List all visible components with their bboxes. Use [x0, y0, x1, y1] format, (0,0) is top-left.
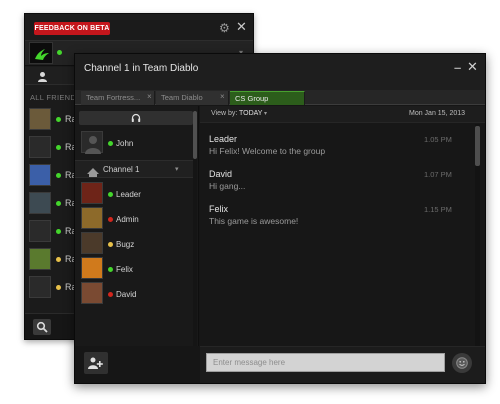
avatar — [29, 276, 51, 298]
close-icon[interactable]: ✕ — [236, 19, 247, 35]
member-scrollbar-thumb[interactable] — [193, 111, 197, 159]
avatar — [29, 164, 51, 186]
message-time: 1.05 PM — [424, 135, 452, 144]
message-sender: Felix — [209, 204, 229, 214]
close-icon[interactable]: ✕ — [467, 59, 478, 75]
feedback-on-beta-button[interactable]: FEEDBACK ON BETA — [34, 22, 110, 35]
status-dot — [108, 141, 113, 146]
message-sender: Leader — [209, 134, 238, 144]
online-status-dot — [57, 50, 62, 55]
status-dot — [108, 292, 113, 297]
chevron-down-icon[interactable]: ▾ — [175, 165, 179, 173]
member-name[interactable]: David — [116, 290, 136, 299]
voice-chat-button[interactable] — [79, 111, 193, 125]
tab-team-fortress[interactable]: Team Fortress... × — [81, 91, 155, 105]
avatar — [29, 136, 51, 158]
message-text: Hi gang... — [209, 181, 246, 191]
emoji-button[interactable] — [452, 353, 472, 373]
message-time: 1.07 PM — [424, 170, 452, 179]
chat-window: Channel 1 in Team Diablo – ✕ Team Fortre… — [74, 53, 486, 384]
avatar — [29, 220, 51, 242]
avatar — [81, 232, 103, 254]
status-dot — [56, 145, 61, 150]
avatar — [81, 257, 103, 279]
chevron-down-icon[interactable]: ▾ — [264, 110, 267, 117]
status-dot — [108, 267, 113, 272]
status-dot — [56, 229, 61, 234]
avatar — [81, 131, 103, 154]
tab-cs-group[interactable]: CS Group — [230, 91, 305, 105]
user-icon[interactable] — [37, 71, 49, 82]
message-text: Hi Felix! Welcome to the group — [209, 146, 326, 156]
view-by-dropdown[interactable]: TODAY — [239, 110, 262, 117]
channel-label: Channel 1 — [103, 165, 140, 174]
window-title: Channel 1 in Team Diablo — [84, 63, 199, 74]
status-dot — [108, 217, 113, 222]
status-dot — [56, 201, 61, 206]
home-icon — [87, 164, 99, 182]
date-label: Mon Jan 15, 2013 — [409, 110, 466, 117]
gear-icon[interactable]: ⚙ — [219, 21, 230, 35]
headset-icon — [131, 113, 141, 122]
add-user-icon — [88, 357, 103, 369]
member-name[interactable]: Admin — [116, 215, 139, 224]
member-name-john[interactable]: John — [116, 139, 133, 148]
close-tab-icon[interactable]: × — [147, 92, 152, 101]
member-name[interactable]: Felix — [116, 265, 133, 274]
status-dot — [56, 257, 61, 262]
tab-team-diablo[interactable]: Team Diablo × — [156, 91, 229, 105]
status-dot — [56, 285, 61, 290]
status-dot — [56, 173, 61, 178]
message-time: 1.15 PM — [424, 205, 452, 214]
avatar — [81, 282, 103, 304]
minimize-icon[interactable]: – — [454, 60, 461, 75]
member-name[interactable]: Leader — [116, 190, 141, 199]
avatar — [29, 108, 51, 130]
close-tab-icon[interactable]: × — [220, 92, 225, 101]
tab-label: Team Diablo — [161, 93, 203, 102]
avatar — [29, 192, 51, 214]
razer-logo-avatar — [29, 42, 53, 64]
avatar — [81, 182, 103, 204]
message-input[interactable] — [206, 353, 445, 372]
avatar — [29, 248, 51, 270]
tab-label: Team Fortress... — [86, 93, 141, 102]
status-dot — [108, 192, 113, 197]
message-sender: David — [209, 169, 233, 179]
status-dot — [108, 242, 113, 247]
add-user-button[interactable] — [84, 352, 108, 374]
search-button[interactable] — [33, 319, 51, 335]
tab-label: CS Group — [235, 94, 269, 103]
smiley-icon — [456, 357, 468, 369]
status-dot — [56, 117, 61, 122]
member-name[interactable]: Bugz — [116, 240, 134, 249]
message-text: This game is awesome! — [209, 216, 299, 226]
chat-scrollbar-thumb[interactable] — [475, 126, 480, 166]
view-by-label: View by: — [211, 110, 238, 117]
avatar — [81, 207, 103, 229]
